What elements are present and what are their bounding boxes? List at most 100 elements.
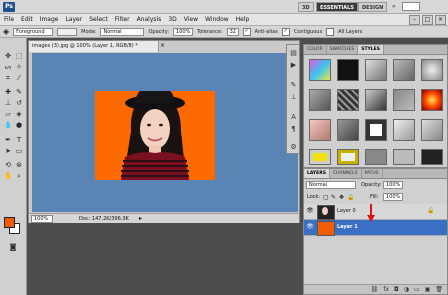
anti-alias-checkbox[interactable] [242, 27, 251, 36]
menu-select[interactable]: Select [89, 16, 108, 23]
contiguous-checkbox[interactable] [281, 27, 290, 36]
style-swatch[interactable] [393, 89, 415, 111]
character-panel-icon[interactable]: A [289, 113, 298, 122]
style-swatch[interactable] [365, 119, 387, 141]
style-swatch[interactable] [309, 149, 331, 165]
path-select-icon[interactable]: ➤ [3, 147, 13, 156]
visibility-eye-icon[interactable]: 👁 [306, 223, 314, 231]
lock-pixels-icon[interactable]: ✎ [331, 193, 336, 202]
blur-tool-icon[interactable]: 💧 [3, 121, 13, 130]
tab-channels[interactable]: CHANNELS [330, 169, 362, 178]
maximize-button[interactable]: □ [422, 15, 433, 25]
menu-image[interactable]: Image [40, 16, 59, 23]
close-button[interactable]: × [435, 15, 446, 25]
menu-analysis[interactable]: Analysis [137, 16, 162, 23]
menu-window[interactable]: Window [205, 16, 229, 23]
hand-tool-icon[interactable]: ✋ [3, 172, 13, 181]
minimize-button[interactable]: – [409, 15, 420, 25]
3d-camera-icon[interactable]: ⊛ [14, 161, 24, 170]
status-menu-icon[interactable]: ▸ [139, 214, 142, 224]
lock-all-icon[interactable]: 🔒 [347, 193, 354, 202]
style-swatch[interactable] [337, 59, 359, 81]
actions-panel-icon[interactable]: ▶ [289, 61, 298, 70]
tool-presets-icon[interactable]: ⚙ [289, 143, 298, 152]
fill-source-select[interactable]: Foreground [13, 27, 54, 36]
style-swatch[interactable] [309, 119, 331, 141]
workspace-essentials-button[interactable]: ESSENTIALS [316, 2, 358, 12]
menu-view[interactable]: View [184, 16, 198, 23]
brush-tool-icon[interactable]: ✎ [14, 88, 24, 97]
layer-name[interactable]: Layer 0 [337, 204, 356, 219]
style-swatch[interactable] [309, 59, 331, 81]
document-tab[interactable]: images (3).jpg @ 100% (Layer 1, RGB/8) * [29, 41, 159, 52]
paint-bucket-icon[interactable]: ◈ [3, 27, 9, 36]
tab-layers[interactable]: LAYERS [304, 169, 330, 178]
quick-mask-icon[interactable]: ◙ [8, 243, 18, 252]
tolerance-input[interactable]: 32 [226, 27, 239, 36]
menu-file[interactable]: File [4, 16, 14, 23]
menu-3d[interactable]: 3D [168, 16, 176, 23]
link-layers-icon[interactable]: ⛓ [371, 285, 379, 294]
brush-panel-icon[interactable]: ✎ [289, 81, 298, 90]
mode-select[interactable]: Normal [100, 27, 145, 36]
style-swatch[interactable] [309, 89, 331, 111]
eyedropper-icon[interactable]: ⁄ [14, 74, 24, 83]
healing-brush-icon[interactable]: ✚ [3, 88, 13, 97]
fill-input[interactable]: 100% [383, 193, 403, 201]
new-layer-icon[interactable]: ▣ [425, 285, 431, 294]
move-tool-icon[interactable]: ✥ [3, 52, 13, 61]
history-panel-icon[interactable]: ▤ [289, 49, 298, 58]
marquee-tool-icon[interactable]: ⬚ [14, 52, 24, 61]
menu-layer[interactable]: Layer [65, 16, 82, 23]
style-swatch[interactable] [337, 149, 359, 165]
paint-bucket-tool-icon[interactable]: ◈ [14, 110, 24, 119]
crop-tool-icon[interactable]: ⌗ [3, 74, 13, 83]
style-swatch[interactable] [421, 89, 443, 111]
tab-swatches[interactable]: SWATCHES [327, 45, 359, 54]
workspace-3d-button[interactable]: 3D [298, 2, 314, 12]
style-swatch[interactable] [393, 149, 415, 165]
tab-color[interactable]: COLOR [304, 45, 327, 54]
lock-position-icon[interactable]: ✥ [339, 193, 344, 202]
canvas[interactable] [32, 53, 298, 212]
style-swatch[interactable] [393, 119, 415, 141]
style-swatch[interactable] [365, 89, 387, 111]
workspace-design-button[interactable]: DESIGN [358, 2, 388, 12]
layer-name[interactable]: Layer 1 [337, 220, 358, 235]
style-swatch[interactable] [365, 149, 387, 165]
lasso-tool-icon[interactable]: ᔕ [3, 63, 13, 72]
eraser-tool-icon[interactable]: ▱ [3, 110, 13, 119]
magic-wand-icon[interactable]: ✧ [14, 63, 24, 72]
menu-filter[interactable]: Filter [115, 16, 130, 23]
adjustment-layer-icon[interactable]: ◑ [404, 285, 409, 294]
layer-opacity-input[interactable]: 100% [383, 181, 403, 189]
dodge-tool-icon[interactable]: ● [14, 121, 24, 130]
style-swatch[interactable] [337, 119, 359, 141]
visibility-eye-icon[interactable]: 👁 [306, 207, 314, 215]
layer-style-icon[interactable]: fx [383, 285, 389, 294]
blend-mode-select[interactable]: Normal [306, 181, 356, 189]
pattern-picker[interactable] [57, 27, 78, 36]
paragraph-panel-icon[interactable]: ¶ [289, 125, 298, 134]
type-tool-icon[interactable]: T [14, 136, 24, 145]
style-swatch[interactable] [337, 89, 359, 111]
menu-edit[interactable]: Edit [21, 16, 33, 23]
pen-tool-icon[interactable]: ✒ [3, 136, 13, 145]
style-swatch[interactable] [393, 59, 415, 81]
opacity-input[interactable]: 100% [173, 27, 194, 36]
menu-help[interactable]: Help [236, 16, 250, 23]
clone-stamp-icon[interactable]: ⊥ [3, 99, 13, 108]
zoom-level-field[interactable]: 100% [31, 215, 53, 223]
lock-transparent-icon[interactable]: ▢ [323, 193, 329, 202]
style-swatch[interactable] [365, 59, 387, 81]
tab-close-icon[interactable]: × [160, 42, 165, 49]
clone-source-icon[interactable]: ⊥ [289, 93, 298, 102]
style-swatch[interactable] [421, 149, 443, 165]
zoom-tool-icon[interactable]: ⌕ [14, 172, 24, 181]
style-swatch[interactable] [421, 119, 443, 141]
3d-rotate-icon[interactable]: ⟲ [3, 161, 13, 170]
all-layers-checkbox[interactable] [326, 27, 335, 36]
layer-mask-icon[interactable]: ◘ [394, 285, 399, 294]
new-group-icon[interactable]: ▭ [414, 285, 420, 294]
foreground-color-swatch[interactable] [4, 217, 15, 228]
